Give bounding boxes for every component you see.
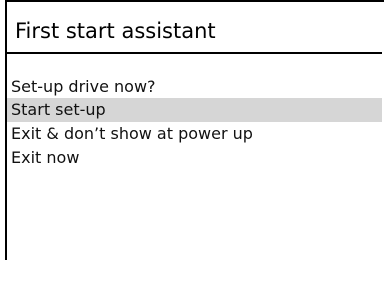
- options-menu: Start set-up Exit & don’t show at power …: [7, 98, 382, 170]
- page-title: First start assistant: [15, 19, 216, 43]
- assistant-screen: First start assistant Set-up drive now? …: [0, 0, 384, 285]
- setup-prompt: Set-up drive now?: [11, 77, 156, 96]
- menu-item-start-setup[interactable]: Start set-up: [7, 98, 382, 122]
- menu-item-exit-now[interactable]: Exit now: [7, 146, 382, 170]
- title-divider: [7, 52, 382, 54]
- menu-item-exit-dont-show[interactable]: Exit & don’t show at power up: [7, 122, 382, 146]
